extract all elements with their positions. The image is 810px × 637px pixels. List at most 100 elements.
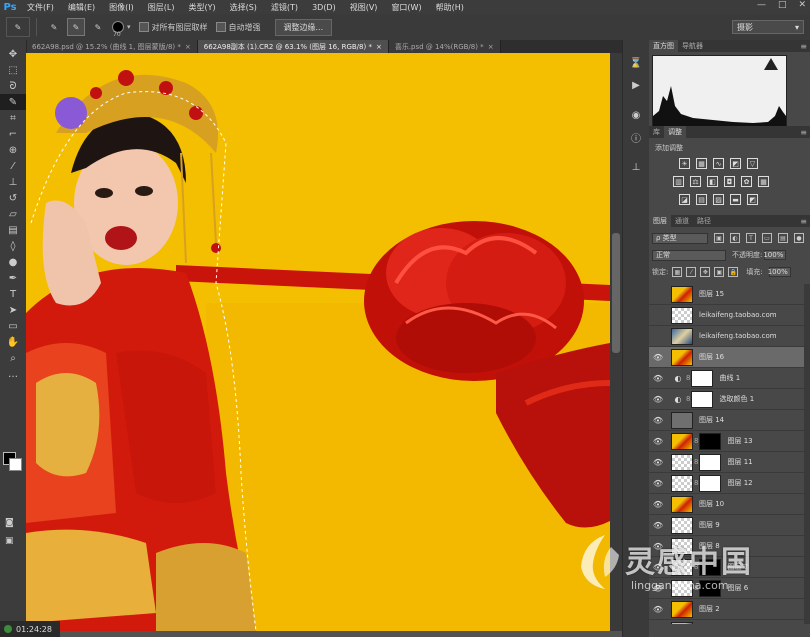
menu-layer[interactable]: 图层(L) [141, 2, 182, 13]
shape-filter-icon[interactable]: ▭ [762, 233, 772, 243]
vibrance-icon[interactable]: ▽ [747, 158, 758, 169]
color-lookup-icon[interactable]: ▦ [758, 176, 769, 187]
photo-filter-icon[interactable]: ◘ [724, 176, 735, 187]
maximize-button[interactable]: □ [778, 0, 787, 10]
layer-thumbnail[interactable] [671, 285, 693, 303]
menu-image[interactable]: 图像(I) [102, 2, 141, 13]
pen-tool[interactable]: ✒ [0, 270, 26, 286]
close-icon[interactable]: × [185, 43, 191, 51]
layer-mask-thumbnail[interactable] [699, 432, 722, 450]
path-selection-tool[interactable]: ➤ [0, 302, 26, 318]
menu-select[interactable]: 选择(S) [223, 2, 264, 13]
filter-toggle-icon[interactable]: ● [794, 233, 804, 243]
healing-tool[interactable]: ⊕ [0, 142, 26, 158]
background-color-swatch[interactable] [9, 458, 22, 471]
brightness-icon[interactable]: ☀ [679, 158, 690, 169]
exposure-icon[interactable]: ◩ [730, 158, 741, 169]
properties-panel-button[interactable]: ◉ [623, 104, 649, 126]
tab-channels[interactable]: 通道 [671, 215, 693, 227]
close-icon[interactable]: × [376, 43, 382, 51]
tab-doc-2[interactable]: 662A98副本 (1).CR2 @ 63.1% (图层 16, RGB/8) … [197, 40, 389, 53]
levels-icon[interactable]: ▦ [696, 158, 707, 169]
layer-mask-thumbnail[interactable] [699, 474, 722, 492]
layer-row[interactable]: leikaifeng.taobao.com [649, 305, 804, 326]
layer-row[interactable]: 👁 图层 16 [649, 347, 804, 368]
layers-scrollbar[interactable] [804, 284, 810, 624]
warning-icon[interactable] [764, 58, 778, 70]
layer-row[interactable]: 👁 图层 10 [649, 494, 804, 515]
posterize-icon[interactable]: ▤ [696, 194, 707, 205]
screen-mode-icon[interactable]: ▣ [5, 536, 14, 546]
type-tool[interactable]: T [0, 286, 26, 302]
lock-all-icon[interactable]: 🔒 [728, 267, 739, 277]
move-tool[interactable]: ✥ [0, 46, 26, 62]
dodge-tool[interactable]: ● [0, 254, 26, 270]
tab-doc-1[interactable]: 662A98.psd @ 15.2% (曲线 1, 图层蒙版/8) * × [26, 40, 198, 53]
history-panel-button[interactable]: ⌛ [623, 52, 649, 74]
chevron-down-icon[interactable]: ▾ [127, 23, 131, 31]
refine-edge-button[interactable]: 调整边缘... [274, 18, 333, 36]
link-icon[interactable]: 8 [694, 458, 698, 466]
tab-paths[interactable]: 路径 [693, 215, 715, 227]
clone-stamp-tool[interactable]: ⊥ [0, 174, 26, 190]
eye-icon[interactable]: 👁 [649, 353, 667, 362]
lock-transparency-icon[interactable]: ▦ [672, 267, 683, 277]
history-brush-tool[interactable]: ↺ [0, 190, 26, 206]
menu-filter[interactable]: 滤镜(T) [264, 2, 305, 13]
brush-tool[interactable]: ⁄ [0, 158, 26, 174]
menu-window[interactable]: 窗口(W) [384, 2, 428, 13]
layer-thumbnail[interactable] [671, 411, 693, 429]
panel-menu-icon[interactable]: ≡ [800, 42, 807, 51]
clone-source-button[interactable]: ⊥ [623, 156, 649, 178]
close-button[interactable]: ✕ [798, 0, 806, 10]
tab-library[interactable]: 库 [649, 126, 664, 138]
layer-thumbnail[interactable] [671, 474, 693, 492]
zoom-tool[interactable]: ⌕ [0, 350, 26, 366]
add-to-selection-button[interactable]: ✎ [67, 18, 85, 36]
layer-thumbnail[interactable] [671, 621, 693, 624]
layer-row[interactable]: 👁 ◐ 8 选取颜色 1 [649, 389, 804, 410]
menu-type[interactable]: 类型(Y) [181, 2, 222, 13]
layer-thumbnail[interactable] [671, 495, 693, 513]
eye-icon[interactable]: 👁 [649, 458, 667, 467]
layer-thumbnail[interactable] [671, 348, 693, 366]
gradient-map-icon[interactable]: ▬ [730, 194, 741, 205]
black-white-icon[interactable]: ◧ [707, 176, 718, 187]
shape-tool[interactable]: ▭ [0, 318, 26, 334]
layer-kind-select[interactable]: ρ 类型 [652, 232, 708, 244]
curves-icon[interactable]: ∿ [713, 158, 724, 169]
color-balance-icon[interactable]: ⚖ [690, 176, 701, 187]
fill-input[interactable]: 100% [768, 267, 791, 277]
link-icon[interactable]: 8 [694, 437, 698, 445]
layer-row[interactable]: 👁 图层 14 [649, 410, 804, 431]
type-filter-icon[interactable]: T [746, 233, 756, 243]
auto-enhance-checkbox[interactable] [215, 22, 226, 32]
eye-icon[interactable]: 👁 [649, 416, 667, 425]
tool-preset-picker[interactable]: ✎ [6, 17, 30, 37]
link-icon[interactable]: 8 [694, 479, 698, 487]
subtract-selection-button[interactable]: ✎ [89, 18, 107, 36]
layer-row[interactable]: leikaifeng.taobao.com [649, 326, 804, 347]
tab-histogram[interactable]: 直方图 [649, 40, 678, 52]
eye-icon[interactable]: 👁 [649, 500, 667, 509]
minimize-button[interactable]: — [757, 0, 766, 10]
layer-row[interactable]: 图层 15 [649, 284, 804, 305]
info-panel-button[interactable]: ⓘ [623, 126, 649, 148]
tab-adjustments[interactable]: 调整 [664, 126, 686, 138]
layer-thumbnail[interactable] [671, 327, 693, 345]
layer-row[interactable]: 👁 8 图层 11 [649, 452, 804, 473]
quick-selection-tool[interactable]: ✎ [0, 94, 26, 110]
selective-color-icon[interactable]: ◩ [747, 194, 758, 205]
pixel-filter-icon[interactable]: ▣ [714, 233, 724, 243]
tab-layers[interactable]: 图层 [649, 215, 671, 227]
tab-navigator[interactable]: 导航器 [678, 40, 707, 52]
smart-object-filter-icon[interactable]: ▤ [778, 233, 788, 243]
channel-mixer-icon[interactable]: ✿ [741, 176, 752, 187]
crop-tool[interactable]: ⌗ [0, 110, 26, 126]
eraser-tool[interactable]: ▱ [0, 206, 26, 222]
sample-all-layers-checkbox[interactable] [138, 22, 149, 32]
canvas[interactable] [26, 53, 610, 631]
lasso-tool[interactable]: ᘐ [0, 78, 26, 94]
menu-edit[interactable]: 编辑(E) [61, 2, 102, 13]
hand-tool[interactable]: ✋ [0, 334, 26, 350]
